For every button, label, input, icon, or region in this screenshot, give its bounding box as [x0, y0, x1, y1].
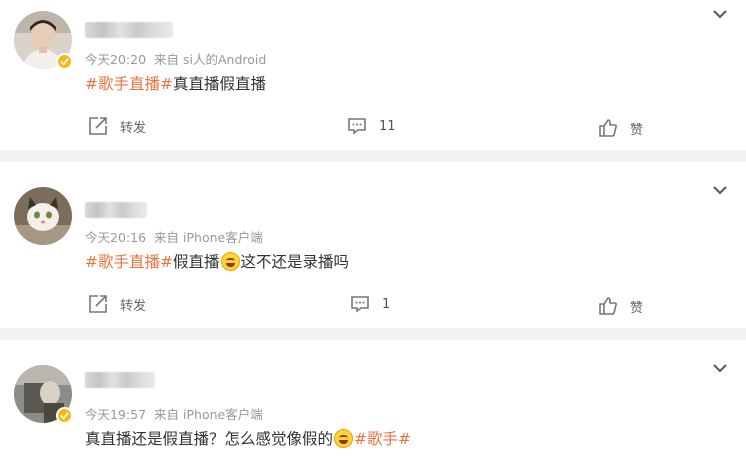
repost-button[interactable]: 转发	[88, 116, 146, 136]
comment-source: 来自 iPhone客户端	[154, 407, 263, 422]
comment-meta: 今天19:57 来自 iPhone客户端	[85, 404, 271, 423]
comment-icon	[351, 296, 369, 313]
comment-body: 假直播	[172, 253, 220, 271]
comment-icon	[348, 118, 366, 135]
comment-text: #歌手直播#假直播 这不还是录播吗	[85, 250, 349, 272]
comment-count: 1	[382, 296, 391, 312]
comment-button[interactable]: 1	[350, 294, 390, 314]
thumbs-up-icon	[599, 297, 617, 315]
chevron-down-icon[interactable]	[712, 360, 728, 376]
comment-feed: 今天20:20 来自 si人的Android #歌手直播#真直播假直播 转发 11…	[0, 0, 746, 456]
hashtag-link[interactable]: #歌手直播#	[85, 75, 173, 93]
like-label: 赞	[630, 300, 644, 316]
chevron-down-icon[interactable]	[712, 182, 728, 198]
share-icon	[89, 295, 107, 313]
comment-meta: 今天20:20 来自 si人的Android	[85, 49, 274, 68]
chevron-down-icon[interactable]	[712, 6, 728, 22]
comment-text: 真直播还是假直播？怎么感觉像假的 #歌手#	[85, 427, 411, 449]
comment-card: 今天20:16 来自 iPhone客户端 #歌手直播#假直播 这不还是录播吗 转发 …	[0, 162, 746, 328]
comment-body-tail: 这不还是录播吗	[240, 253, 350, 271]
username-redacted[interactable]	[85, 372, 155, 388]
like-button[interactable]: 赞	[598, 118, 643, 138]
comment-text: #歌手直播#真直播假直播	[85, 72, 266, 94]
comment-card: 今天19:57 来自 iPhone客户端 真直播还是假直播？怎么感觉像假的 #歌手#	[0, 340, 746, 456]
card-separator	[0, 328, 746, 340]
avatar[interactable]	[14, 187, 72, 245]
verified-badge-icon	[56, 407, 73, 424]
comment-source: 来自 iPhone客户端	[154, 230, 263, 245]
card-separator	[0, 150, 746, 162]
laughing-emoji-icon	[220, 252, 240, 271]
comment-time: 今天20:16	[85, 230, 147, 245]
repost-label: 转发	[120, 298, 147, 314]
username-redacted[interactable]	[85, 22, 173, 38]
verified-badge-icon	[56, 53, 73, 70]
comment-count: 11	[379, 118, 396, 134]
comment-meta: 今天20:16 来自 iPhone客户端	[85, 227, 271, 246]
username-redacted[interactable]	[85, 202, 147, 218]
comment-time: 今天20:20	[85, 52, 147, 67]
hashtag-link[interactable]: #歌手直播#	[85, 253, 173, 271]
thumbs-up-icon	[599, 119, 617, 137]
comment-source: 来自 si人的Android	[154, 52, 267, 67]
comment-button[interactable]: 11	[347, 116, 396, 136]
like-label: 赞	[630, 122, 644, 138]
repost-label: 转发	[120, 120, 147, 136]
share-icon	[89, 117, 107, 135]
comment-time: 今天19:57	[85, 407, 147, 422]
like-button[interactable]: 赞	[598, 296, 643, 316]
comment-body: 真直播假直播	[172, 75, 266, 93]
comment-card: 今天20:20 来自 si人的Android #歌手直播#真直播假直播 转发 11…	[0, 0, 746, 150]
hashtag-link[interactable]: #歌手#	[354, 430, 411, 448]
comment-body: 真直播还是假直播？怎么感觉像假的	[85, 430, 334, 448]
crying-laughing-emoji-icon	[334, 429, 354, 448]
repost-button[interactable]: 转发	[88, 294, 146, 314]
